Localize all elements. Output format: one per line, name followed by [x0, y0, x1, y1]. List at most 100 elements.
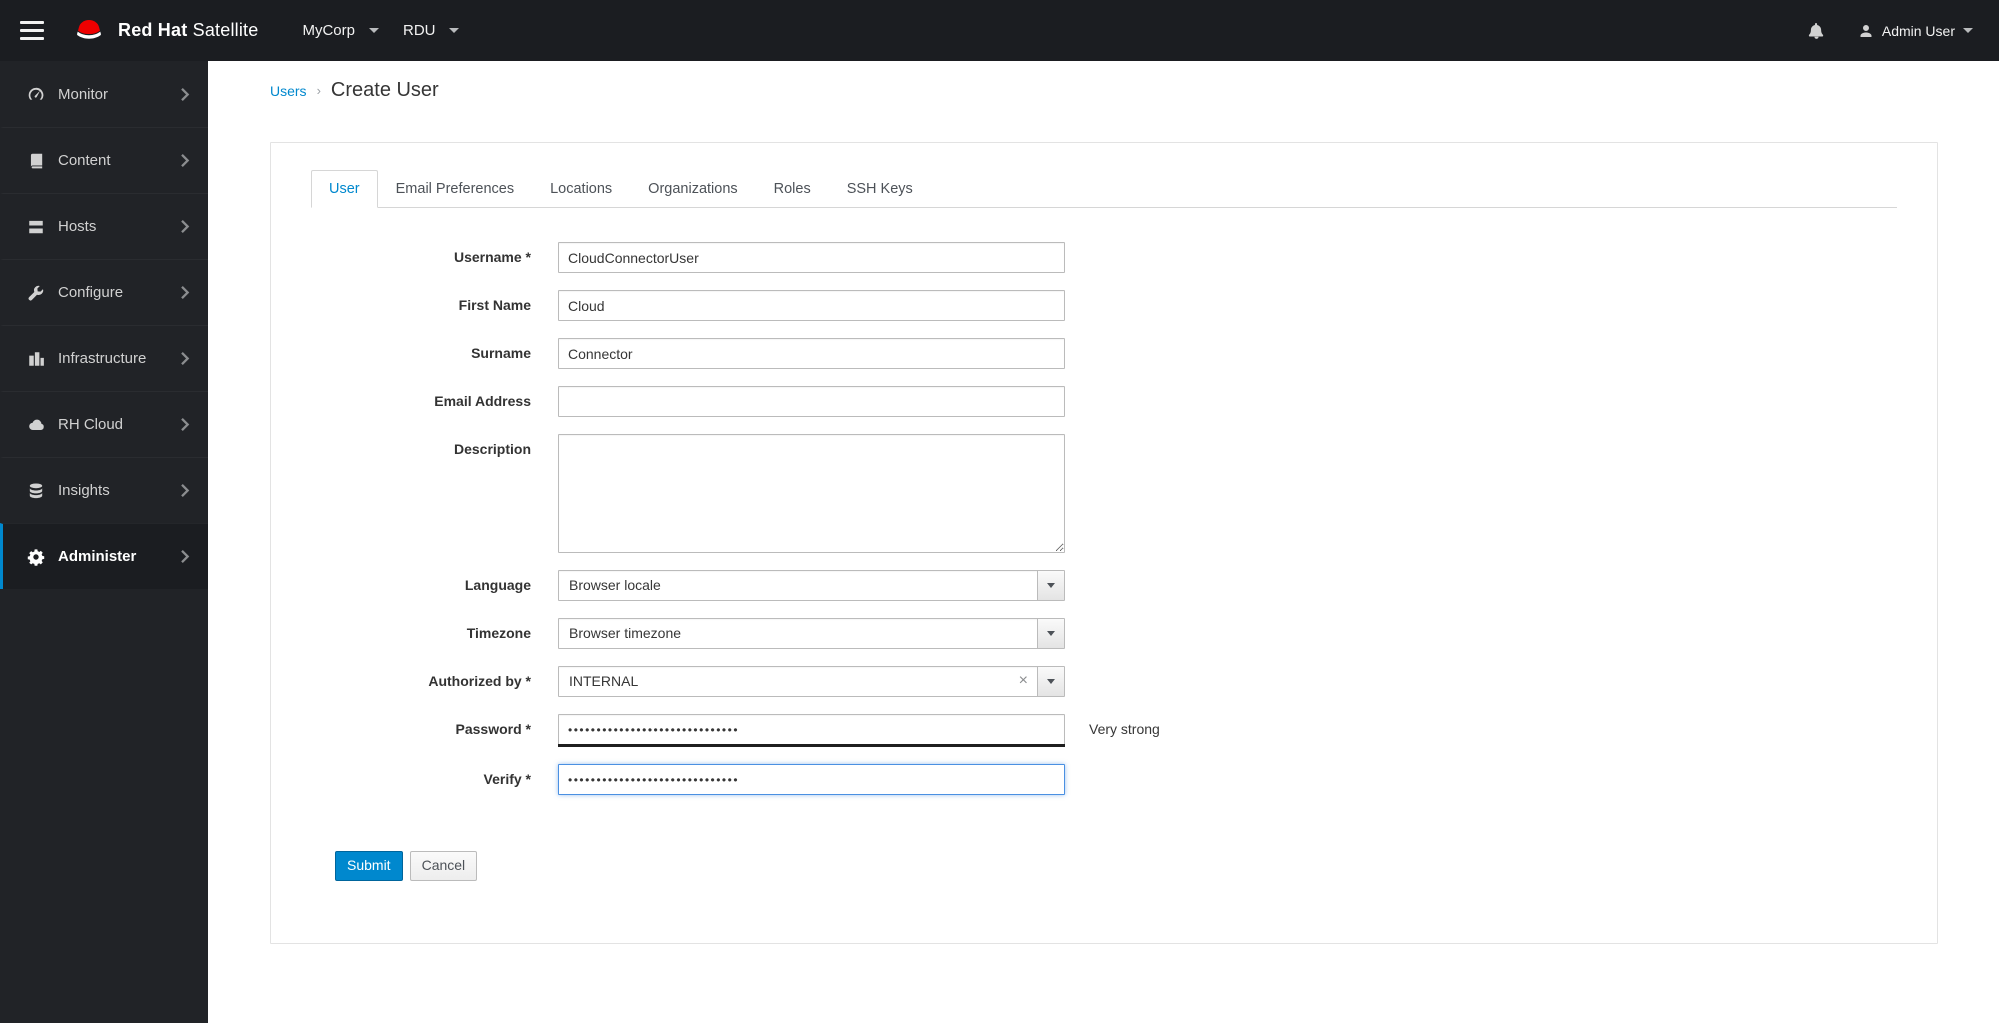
authorized-by-select[interactable]: INTERNAL × [558, 666, 1065, 697]
password-field[interactable] [558, 714, 1065, 745]
surname-row: Surname [311, 338, 1897, 369]
tab-user[interactable]: User [311, 170, 378, 208]
tab-email-preferences[interactable]: Email Preferences [378, 170, 532, 208]
user-menu-label: Admin User [1881, 22, 1955, 39]
brand-name: Red Hat Satellite [118, 20, 258, 41]
sidebar-item-label: Monitor [58, 85, 109, 103]
email-field[interactable] [558, 386, 1065, 417]
red-hat-fedora-icon [77, 19, 101, 39]
authorized-by-dropdown-button[interactable] [1037, 667, 1064, 696]
verify-password-field[interactable] [558, 764, 1065, 795]
description-label: Description [453, 441, 531, 457]
breadcrumb: Users › Create User [270, 79, 1938, 102]
sidebar-item-configure[interactable]: Configure [0, 259, 208, 325]
timezone-select[interactable]: Browser timezone [558, 618, 1065, 649]
sidebar-item-label: Administer [58, 548, 137, 565]
submit-button[interactable]: Submit [335, 851, 403, 881]
chevron-right-icon [181, 418, 190, 431]
chevron-right-icon [181, 154, 190, 167]
tab-roles[interactable]: Roles [756, 170, 829, 208]
chevron-right-icon [181, 87, 190, 101]
surname-field[interactable] [558, 338, 1065, 369]
database-icon [29, 482, 43, 498]
book-icon [30, 153, 43, 168]
language-label: Language [464, 577, 531, 593]
chevron-down-icon [1963, 28, 1973, 33]
sidebar-item-infrastructure[interactable]: Infrastructure [0, 325, 208, 391]
chevron-right-icon [181, 220, 190, 233]
language-selected-value: Browser locale [569, 577, 661, 593]
breadcrumb-users-link[interactable]: Users [270, 83, 307, 99]
form-actions: Submit Cancel [335, 851, 1897, 881]
user-icon [1860, 24, 1872, 37]
chevron-right-icon [181, 550, 190, 563]
sidebar-item-administer[interactable]: Administer [0, 523, 208, 589]
caret-down-icon [1047, 631, 1055, 636]
language-select[interactable]: Browser locale [558, 570, 1065, 601]
sidebar-item-insights[interactable]: Insights [0, 457, 208, 523]
sidebar-item-label: Insights [58, 482, 110, 499]
sidebar-item-rh-cloud[interactable]: RH Cloud [0, 391, 208, 457]
user-menu[interactable]: Admin User [1858, 23, 1973, 39]
main-content: Users › Create User User Email Preferenc… [208, 61, 1999, 1023]
cancel-button[interactable]: Cancel [409, 851, 478, 881]
clear-selection-icon[interactable]: × [1019, 672, 1037, 691]
password-label: Password * [455, 721, 531, 737]
sidebar-item-label: Content [58, 152, 111, 169]
chevron-down-icon [368, 28, 379, 33]
email-row: Email Address [311, 386, 1897, 417]
tab-ssh-keys[interactable]: SSH Keys [829, 170, 931, 208]
sidebar-item-monitor[interactable]: Monitor [0, 61, 208, 127]
language-row: Language Browser locale [311, 570, 1897, 601]
sidebar-item-label: RH Cloud [58, 416, 124, 433]
tachometer-icon [28, 87, 44, 100]
location-selector-label: RDU [402, 22, 436, 39]
surname-label: Surname [471, 345, 531, 361]
chevron-right-icon [181, 352, 190, 365]
chevron-right-icon [181, 286, 190, 299]
sidebar-navigation: Monitor Content Hosts Configure Infrastr… [0, 61, 208, 1023]
authorized-by-row: Authorized by * INTERNAL × [311, 666, 1897, 697]
username-row: Username * [311, 242, 1897, 273]
sidebar-item-label: Infrastructure [58, 350, 147, 367]
password-row: Password * Very strong [311, 714, 1897, 747]
description-row: Description [311, 434, 1897, 553]
language-dropdown-button[interactable] [1037, 571, 1064, 600]
description-field[interactable] [558, 434, 1065, 553]
first-name-field[interactable] [558, 290, 1065, 321]
first-name-label: First Name [458, 297, 531, 313]
top-navbar: Red Hat Satellite MyCorp RDU Admin User [0, 0, 1999, 61]
timezone-row: Timezone Browser timezone [311, 618, 1897, 649]
location-selector[interactable]: RDU [393, 0, 470, 61]
password-strength-text: Very strong [1089, 721, 1160, 737]
authorized-by-selected-value: INTERNAL [569, 673, 639, 689]
server-icon [29, 220, 43, 233]
caret-down-icon [1047, 679, 1055, 684]
buildings-icon [29, 351, 44, 366]
hamburger-menu-icon[interactable] [0, 0, 64, 61]
tab-locations[interactable]: Locations [532, 170, 630, 208]
sidebar-item-content[interactable]: Content [0, 127, 208, 193]
brand-logo[interactable]: Red Hat Satellite [70, 16, 258, 46]
notifications-bell-icon[interactable] [1801, 20, 1832, 41]
verify-label: Verify * [483, 771, 531, 787]
organization-selector[interactable]: MyCorp [292, 0, 389, 61]
organization-selector-label: MyCorp [302, 22, 355, 39]
create-user-card: User Email Preferences Locations Organiz… [270, 142, 1938, 944]
chevron-right-icon [181, 484, 190, 497]
password-strength-bar [558, 744, 1065, 747]
verify-row: Verify * [311, 764, 1897, 795]
timezone-selected-value: Browser timezone [569, 625, 682, 641]
cloud-icon [29, 419, 44, 430]
tab-bar: User Email Preferences Locations Organiz… [311, 170, 1897, 208]
sidebar-item-hosts[interactable]: Hosts [0, 193, 208, 259]
sidebar-item-label: Hosts [58, 218, 97, 235]
create-user-form: Username * First Name Surname Email Addr… [311, 242, 1897, 881]
caret-down-icon [1047, 583, 1055, 588]
gear-icon [27, 548, 45, 566]
username-field[interactable] [558, 242, 1065, 273]
tab-organizations[interactable]: Organizations [630, 170, 755, 208]
brand-name-regular: Satellite [192, 20, 259, 40]
chevron-down-icon [449, 28, 460, 33]
timezone-dropdown-button[interactable] [1037, 619, 1064, 648]
